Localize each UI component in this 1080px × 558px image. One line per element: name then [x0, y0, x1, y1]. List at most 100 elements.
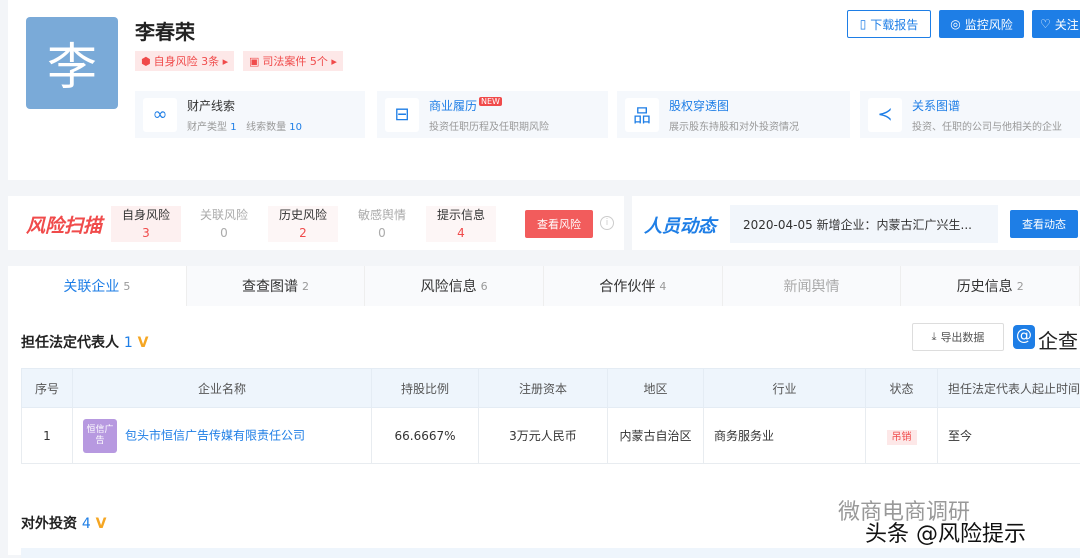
view-dynamics-button[interactable]: 查看动态: [1010, 210, 1078, 238]
feature-value: 1: [230, 122, 236, 133]
feature-business-history[interactable]: ⊟ 商业履历NEW 投资任职历程及任职期风险: [377, 91, 608, 138]
legal-rep-table: 序号 企业名称 持股比例 注册资本 地区 行业 状态 担任法定代表人起止时间 1…: [21, 368, 1080, 464]
people-news[interactable]: 2020-04-05 新增企业：内蒙古汇广兴生...: [730, 205, 998, 243]
self-risk-badge[interactable]: ⬢自身风险 3条 ▸: [135, 51, 234, 71]
monitor-icon: ◎: [950, 17, 960, 31]
legal-rep-title: 担任法定代表人 1 V: [21, 332, 149, 352]
risk-item-tips[interactable]: 提示信息 4: [426, 206, 496, 242]
tab-label: 新闻舆情: [784, 276, 840, 296]
download-icon: ⤓: [932, 330, 937, 344]
section-title: 对外投资: [21, 516, 77, 532]
risk-label: 提示信息: [426, 206, 496, 223]
feature-equity-chart[interactable]: 品 股权穿透图 展示股东持股和对外投资情况: [617, 91, 850, 138]
feature-relation-graph[interactable]: ≺ 关系图谱 投资、任职的公司与他相关的企业: [860, 91, 1080, 138]
feature-asset-clues[interactable]: ∞ 财产线索 财产类型 1 线索数量 10: [135, 91, 365, 138]
follow-button[interactable]: ♡ 关注: [1032, 10, 1080, 38]
feature-title: 关系图谱: [912, 97, 1062, 114]
shield-icon: ⬢: [141, 55, 151, 68]
heart-icon: ♡: [1040, 17, 1051, 31]
briefcase-icon: ⊟: [385, 98, 419, 132]
brand-name: 企查: [1038, 325, 1078, 354]
view-risk-button[interactable]: 查看风险: [525, 210, 593, 238]
section-count: 4: [82, 516, 91, 532]
tab-partners[interactable]: 合作伙伴 4: [544, 266, 723, 306]
section-title: 担任法定代表人: [21, 335, 119, 351]
case-icon: ▣: [249, 55, 259, 68]
tab-graph[interactable]: 查查图谱2: [187, 266, 366, 306]
feature-desc: 展示股东持股和对外投资情况: [669, 118, 799, 133]
tab-label: 关联企业: [63, 276, 119, 296]
risk-count: 0: [189, 226, 259, 240]
download-report-button[interactable]: ▯下载报告: [847, 10, 931, 38]
at-icon: @: [1013, 325, 1035, 349]
new-badge: NEW: [479, 97, 502, 106]
badge-label: 司法案件 5个 ▸: [262, 53, 337, 69]
tab-count: 5: [123, 280, 130, 293]
column-header: 持股比例: [372, 369, 479, 408]
judicial-badge[interactable]: ▣司法案件 5个 ▸: [243, 51, 343, 71]
table-header: 序号 企业名称 持股比例 注册资本 地区 行业 状态 担任法定代表人起止时间: [22, 369, 1080, 408]
column-header: 行业: [704, 369, 866, 408]
button-label: 关注: [1055, 16, 1079, 33]
link-icon: ∞: [143, 98, 177, 132]
tab-count: 4: [659, 280, 666, 293]
column-header: 状态: [866, 369, 938, 408]
feature-title: 股权穿透图: [669, 97, 799, 114]
qcc-logo: @企查: [1013, 325, 1078, 354]
risk-label: 历史风险: [268, 206, 338, 223]
investment-title: 对外投资 4 V: [21, 513, 107, 533]
company-name-link[interactable]: 包头市恒信广告传媒有限责任公司: [125, 428, 305, 442]
feature-title: 商业履历: [429, 99, 477, 113]
risk-item-history[interactable]: 历史风险 2: [268, 206, 338, 242]
feature-desc: 财产类型: [187, 122, 227, 133]
tab-label: 合作伙伴: [599, 276, 655, 296]
watermark-line2: 头条 @风险提示: [865, 516, 1026, 548]
tab-risk-info[interactable]: 风险信息 6: [365, 266, 544, 306]
person-name: 李春荣: [135, 16, 195, 45]
button-label: 导出数据: [940, 329, 984, 345]
risk-count: 2: [268, 226, 338, 240]
feature-desc: 投资、任职的公司与他相关的企业: [912, 118, 1062, 133]
share-ratio: 66.6667%: [372, 408, 479, 464]
feature-desc: 线索数量: [246, 122, 286, 133]
company-logo: 恒信广告: [83, 419, 117, 453]
status-badge: 吊销: [887, 430, 917, 445]
badge-label: 自身风险 3条 ▸: [154, 53, 229, 69]
column-header: 注册资本: [479, 369, 608, 408]
info-icon[interactable]: i: [600, 216, 614, 230]
column-header: 企业名称: [73, 369, 372, 408]
vip-icon: V: [138, 335, 149, 351]
column-header: 序号: [22, 369, 73, 408]
risk-scan-title: 风险扫描: [26, 211, 102, 238]
feature-desc: 投资任职历程及任职期风险: [429, 118, 549, 133]
risk-item-sentiment[interactable]: 敏感舆情0: [347, 206, 417, 242]
pdf-icon: ▯: [860, 17, 867, 31]
vip-icon: V: [96, 516, 107, 532]
org-chart-icon: 品: [625, 98, 659, 132]
export-data-button[interactable]: ⤓导出数据: [912, 323, 1004, 351]
button-label: 下载报告: [870, 16, 918, 33]
tab-count: 6: [481, 280, 488, 293]
tab-history[interactable]: 历史信息2: [901, 266, 1080, 306]
tab-bar: 关联企业 5 查查图谱2 风险信息 6 合作伙伴 4 新闻舆情 历史信息2: [8, 266, 1080, 306]
registered-capital: 3万元人民币: [479, 408, 608, 464]
feature-title: 财产线索: [187, 97, 302, 114]
region: 内蒙古自治区: [608, 408, 704, 464]
tab-label: 风险信息: [421, 276, 477, 296]
risk-item-related[interactable]: 关联风险0: [189, 206, 259, 242]
period: 至今: [938, 408, 1080, 464]
risk-label: 自身风险: [111, 206, 181, 223]
investment-table-header: [21, 548, 1080, 558]
avatar: 李: [26, 17, 118, 109]
button-label: 监控风险: [965, 16, 1013, 33]
tab-label: 查查图谱: [242, 276, 298, 296]
feature-value: 10: [289, 122, 302, 133]
monitor-risk-button[interactable]: ◎ 监控风险: [939, 10, 1024, 38]
risk-item-self[interactable]: 自身风险 3: [111, 206, 181, 242]
tab-news[interactable]: 新闻舆情: [723, 266, 902, 306]
risk-label: 敏感舆情: [347, 206, 417, 223]
risk-count: 3: [111, 226, 181, 240]
people-dynamics-title: 人员动态: [644, 212, 716, 238]
tab-related-companies[interactable]: 关联企业 5: [8, 266, 187, 306]
risk-count: 4: [426, 226, 496, 240]
